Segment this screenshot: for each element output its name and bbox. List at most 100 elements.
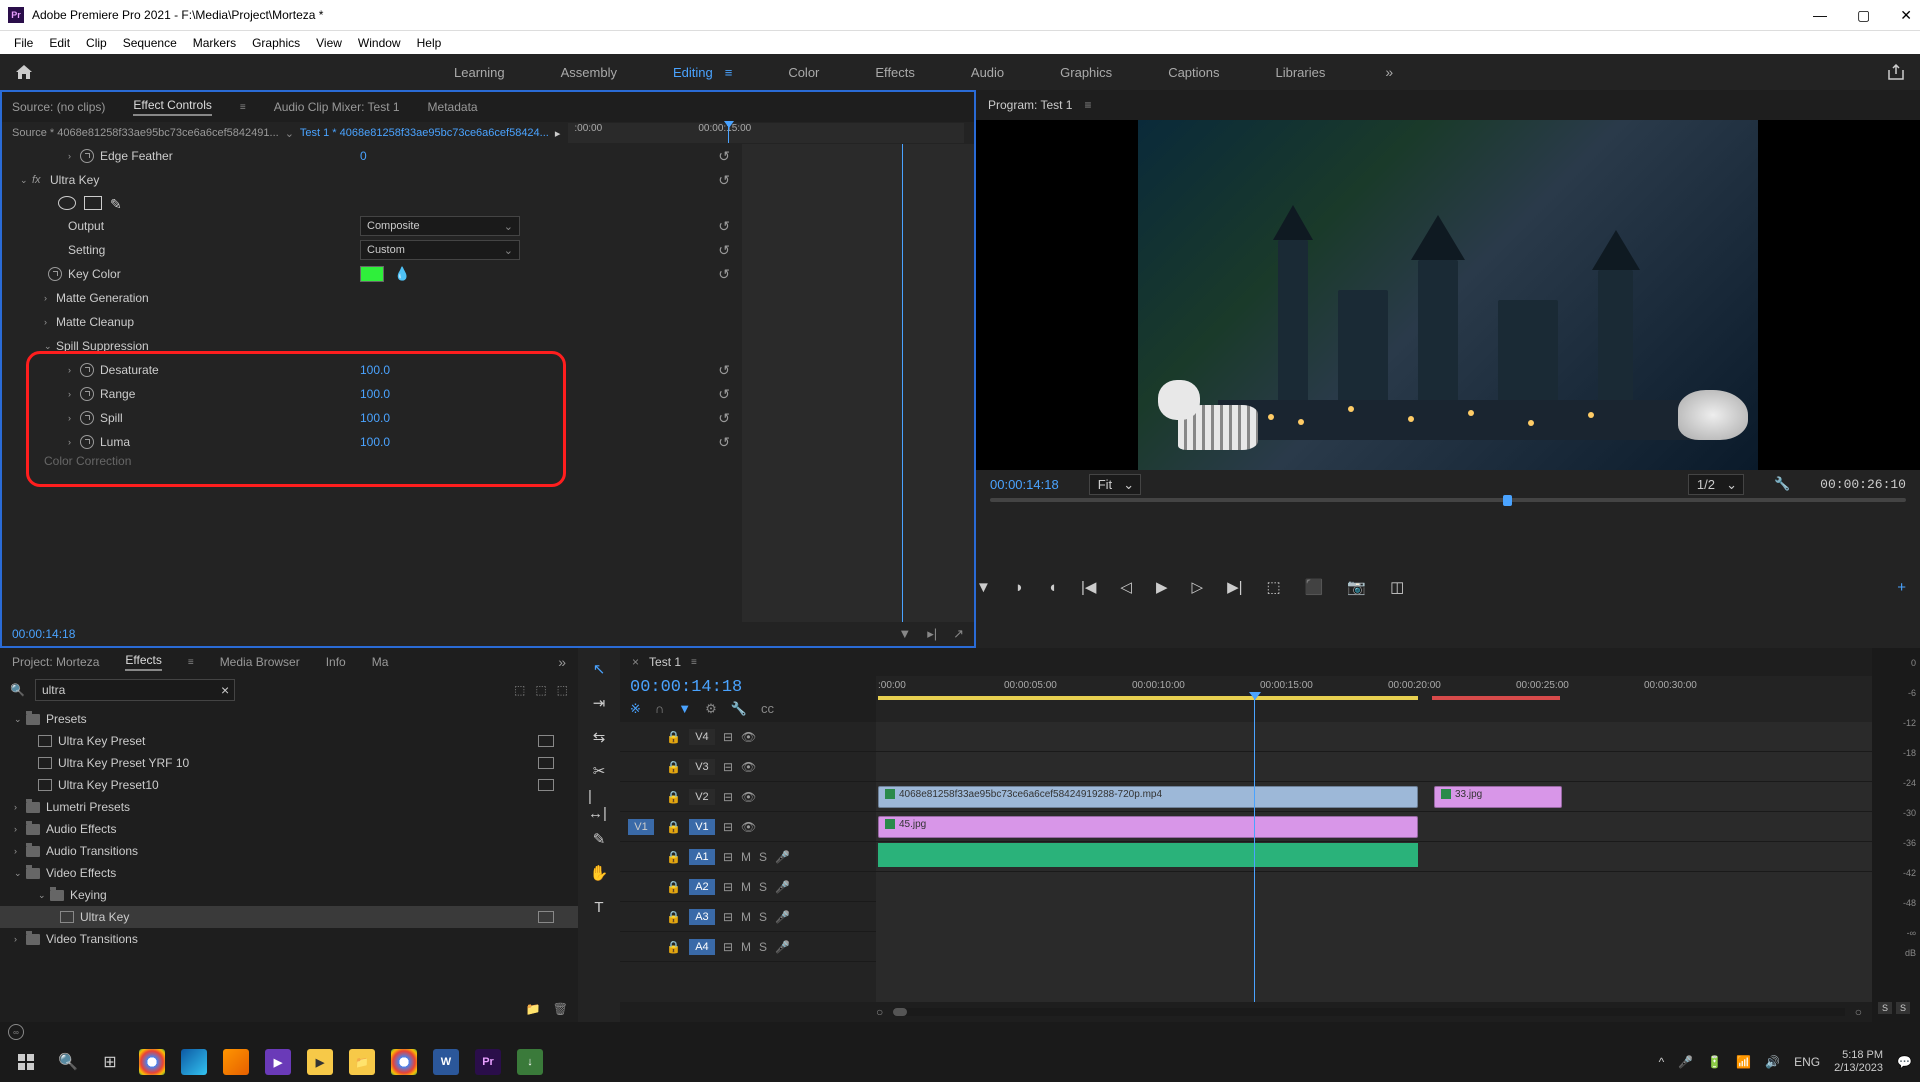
reset-icon[interactable]: ↺ (718, 148, 730, 165)
sync-lock-icon[interactable]: ⊟ (723, 730, 733, 744)
prop-value[interactable]: 100.0 (360, 363, 390, 377)
reset-icon[interactable]: ↺ (718, 434, 730, 451)
tab-markers-trunc[interactable]: Ma (372, 655, 389, 669)
workspace-audio[interactable]: Audio (971, 65, 1004, 80)
workspace-effects[interactable]: Effects (875, 65, 915, 80)
prop-value[interactable]: 0 (360, 149, 367, 163)
reset-icon[interactable]: ↺ (718, 242, 730, 259)
tray-wifi-icon[interactable]: 📶 (1736, 1055, 1751, 1069)
timeline-clip[interactable]: 33.jpg (1434, 786, 1562, 808)
preset-item[interactable]: Ultra Key Preset (0, 730, 578, 752)
tab-overflow-icon[interactable]: » (558, 654, 566, 670)
tab-media-browser[interactable]: Media Browser (220, 655, 300, 669)
wrench-icon[interactable]: 🔧 (731, 701, 747, 717)
program-timecode-in[interactable]: 00:00:14:18 (990, 477, 1059, 492)
reset-icon[interactable]: ↺ (718, 362, 730, 379)
menu-window[interactable]: Window (350, 36, 409, 50)
go-to-in-icon[interactable]: |◀ (1081, 578, 1096, 596)
workspace-editing-menu-icon[interactable]: ≡ (725, 65, 733, 80)
folder-video-transitions[interactable]: ›Video Transitions (0, 928, 578, 950)
lock-icon[interactable]: 🔒 (666, 790, 681, 804)
menu-markers[interactable]: Markers (185, 36, 244, 50)
sequence-tab[interactable]: Test 1 (649, 655, 681, 669)
mute-icon[interactable]: M (741, 880, 751, 894)
start-button[interactable] (8, 1046, 44, 1078)
ec-timecode[interactable]: 00:00:14:18 (12, 627, 75, 641)
reset-icon[interactable]: ↺ (718, 172, 730, 189)
lift-icon[interactable]: ⬚ (1267, 578, 1281, 596)
taskbar-chrome-2[interactable] (386, 1046, 422, 1078)
setting-dropdown[interactable]: Custom (360, 240, 520, 260)
prop-output[interactable]: Output Composite ↺ (2, 214, 742, 238)
eyedropper-icon[interactable]: 💧 (394, 266, 410, 282)
mask-pen-icon[interactable]: ✎ (110, 196, 128, 210)
slip-tool-icon[interactable]: |↔| (588, 794, 610, 816)
tab-effects[interactable]: Effects (125, 653, 161, 671)
maximize-button[interactable]: ▢ (1857, 7, 1870, 24)
scrubber-thumb[interactable] (1503, 495, 1512, 506)
folder-audio-transitions[interactable]: ›Audio Transitions (0, 840, 578, 862)
solo-icon[interactable]: S (759, 940, 767, 954)
bypass-icon[interactable]: ▸| (927, 626, 937, 642)
taskbar-word[interactable]: W (428, 1046, 464, 1078)
task-view-icon[interactable]: ⊞ (92, 1046, 128, 1078)
taskbar-app-purple[interactable]: ▶ (260, 1046, 296, 1078)
linked-selection-icon[interactable]: ∩ (655, 701, 664, 717)
stopwatch-icon[interactable] (80, 411, 94, 425)
folder-keying[interactable]: ⌄Keying (0, 884, 578, 906)
effect-ultra-key[interactable]: ⌄fx Ultra Key ↺ (2, 168, 742, 192)
settings-icon[interactable]: 🔧 (1774, 476, 1790, 492)
close-sequence-icon[interactable]: × (632, 655, 639, 669)
reset-icon[interactable]: ↺ (718, 410, 730, 427)
sync-lock-icon[interactable]: ⊟ (723, 910, 733, 924)
workspace-editing[interactable]: Editing (673, 65, 713, 80)
folder-lumetri-presets[interactable]: ›Lumetri Presets (0, 796, 578, 818)
taskbar-chrome[interactable] (134, 1046, 170, 1078)
track-header-v2[interactable]: 🔒V2⊟👁 (620, 782, 876, 812)
new-bin-icon[interactable]: 📁 (526, 1002, 541, 1016)
lock-icon[interactable]: 🔒 (666, 820, 681, 834)
zoom-out-icon[interactable]: ○ (876, 1005, 883, 1019)
tab-program[interactable]: Program: Test 1 (988, 98, 1072, 112)
group-color-correction[interactable]: Color Correction (2, 454, 742, 468)
prop-setting[interactable]: Setting Custom ↺ (2, 238, 742, 262)
workspace-captions[interactable]: Captions (1168, 65, 1219, 80)
reset-icon[interactable]: ↺ (718, 266, 730, 283)
mark-in-icon[interactable]: ◗ (1015, 579, 1024, 596)
track-header-v3[interactable]: 🔒V3⊟👁 (620, 752, 876, 782)
taskbar-firefox[interactable] (218, 1046, 254, 1078)
stopwatch-icon[interactable] (48, 267, 62, 281)
zoom-in-icon[interactable]: ○ (1855, 1005, 1862, 1019)
menu-edit[interactable]: Edit (41, 36, 78, 50)
track-header-a2[interactable]: 🔒A2⊟MS🎤 (620, 872, 876, 902)
lock-icon[interactable]: 🔒 (666, 940, 681, 954)
eye-icon[interactable]: 👁 (741, 790, 756, 804)
tray-volume-icon[interactable]: 🔊 (1765, 1055, 1780, 1069)
zoom-dropdown[interactable]: Fit (1089, 474, 1141, 495)
sync-lock-icon[interactable]: ⊟ (723, 760, 733, 774)
yuv-filter-icon[interactable]: ⬚ (557, 683, 568, 697)
output-dropdown[interactable]: Composite (360, 216, 520, 236)
stopwatch-icon[interactable] (80, 435, 94, 449)
timeline-timecode[interactable]: 00:00:14:18 (630, 678, 866, 697)
timeline-clip[interactable]: 45.jpg (878, 816, 1418, 838)
stopwatch-icon[interactable] (80, 363, 94, 377)
solo-left-button[interactable]: S (1878, 1002, 1892, 1014)
group-spill-suppression[interactable]: ⌄Spill Suppression (2, 334, 742, 358)
folder-audio-effects[interactable]: ›Audio Effects (0, 818, 578, 840)
color-swatch[interactable] (360, 266, 384, 282)
mask-rect-icon[interactable] (84, 196, 102, 210)
tray-chevron-icon[interactable]: ^ (1659, 1055, 1665, 1069)
track-header-v4[interactable]: 🔒V4⊟👁 (620, 722, 876, 752)
group-matte-cleanup[interactable]: ›Matte Cleanup (2, 310, 742, 334)
prop-value[interactable]: 100.0 (360, 387, 390, 401)
chevron-down-icon[interactable]: ⌄ (285, 127, 294, 140)
record-icon[interactable]: 🎤 (775, 880, 790, 894)
record-icon[interactable]: 🎤 (775, 910, 790, 924)
tab-audio-clip-mixer[interactable]: Audio Clip Mixer: Test 1 (274, 100, 400, 114)
prop-edge-feather[interactable]: › Edge Feather 0 ↺ (2, 144, 742, 168)
marker-add-icon[interactable]: ▼ (976, 579, 991, 596)
menu-graphics[interactable]: Graphics (244, 36, 308, 50)
lock-icon[interactable]: 🔒 (666, 910, 681, 924)
home-icon[interactable] (14, 63, 34, 81)
